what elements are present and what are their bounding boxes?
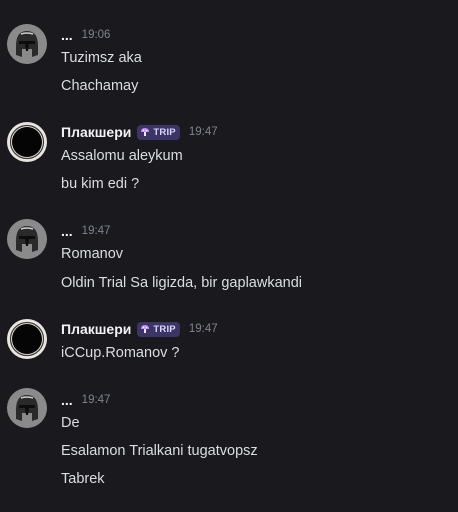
avatar[interactable] <box>7 122 47 162</box>
mushroom-icon <box>140 324 150 334</box>
badge-label: TRIP <box>153 126 176 138</box>
username[interactable]: Плакшери <box>61 124 131 140</box>
avatar[interactable] <box>7 388 47 428</box>
message-text: Esalamon Trialkani tugatvopsz <box>61 443 258 459</box>
black-circle-icon <box>7 122 47 162</box>
username[interactable]: Плакшери <box>61 321 131 337</box>
username[interactable]: ... <box>61 27 73 43</box>
message-text: iCCup.Romanov ? <box>61 345 180 361</box>
helmet-icon <box>7 219 47 259</box>
avatar[interactable] <box>7 24 47 64</box>
message-text: Assalomu aleykum <box>61 148 183 164</box>
timestamp: 19:47 <box>81 225 111 237</box>
black-circle-icon <box>7 319 47 359</box>
helmet-icon <box>7 24 47 64</box>
username[interactable]: ... <box>61 392 73 408</box>
username[interactable]: ... <box>61 223 73 239</box>
timestamp: 19:47 <box>81 394 111 406</box>
avatar[interactable] <box>7 319 47 359</box>
role-badge[interactable]: TRIP <box>137 321 180 337</box>
badge-label: TRIP <box>153 323 176 335</box>
role-badge[interactable]: TRIP <box>137 124 180 140</box>
timestamp: 19:06 <box>81 29 111 41</box>
message-text: De <box>61 415 80 431</box>
message-text: bu kim edi ? <box>61 176 140 192</box>
mushroom-icon <box>140 127 150 137</box>
timestamp: 19:47 <box>188 323 218 335</box>
helmet-icon <box>7 388 47 428</box>
message-text: Chachamay <box>61 78 139 94</box>
message-text: Oldin Trial Sa ligizda, bir gaplawkandi <box>61 275 302 291</box>
timestamp: 19:47 <box>188 126 218 138</box>
message-text: Romanov <box>61 246 124 262</box>
message-text: Tabrek <box>61 471 105 487</box>
avatar[interactable] <box>7 219 47 259</box>
message-text: Tuzimsz aka <box>61 50 142 66</box>
